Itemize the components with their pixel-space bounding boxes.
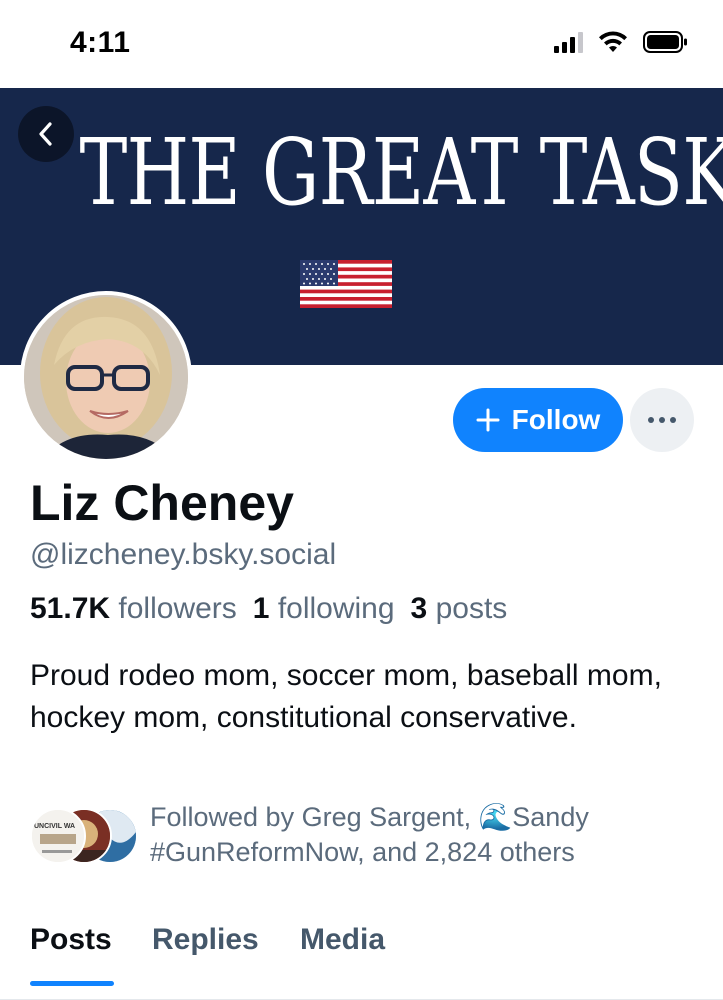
banner-title: THE GREAT TASK xyxy=(79,119,723,226)
status-bar: 4:11 xyxy=(0,0,723,88)
profile-bio: Proud rodeo mom, soccer mom, baseball mo… xyxy=(30,659,662,734)
status-icons xyxy=(554,30,689,54)
wifi-icon xyxy=(599,31,627,52)
back-button[interactable] xyxy=(18,106,74,162)
followers-link[interactable]: 51.7K followers xyxy=(30,592,237,626)
flag-icon xyxy=(300,260,392,308)
signal-icon xyxy=(554,31,583,53)
known-follower-avatar: UNCIVIL WA xyxy=(30,808,86,864)
following-link[interactable]: 1 following xyxy=(253,592,395,626)
known-followers[interactable]: UNCIVIL WA Followed by Greg Sargent, 🌊Sa… xyxy=(30,800,700,870)
known-avatar-text: UNCIVIL WA xyxy=(34,823,75,830)
followers-count: 51.7K xyxy=(30,592,111,625)
known-followers-text: Followed by Greg Sargent, 🌊Sandy #GunRef… xyxy=(150,802,589,867)
status-time: 4:11 xyxy=(70,26,131,59)
posts-stat: 3 posts xyxy=(411,592,508,626)
avatar-photo xyxy=(24,295,188,459)
tab-replies[interactable]: Replies xyxy=(152,923,259,957)
posts-count: 3 xyxy=(410,592,428,625)
follow-button[interactable]: Follow xyxy=(453,388,623,452)
known-follower-avatars: UNCIVIL WA xyxy=(30,808,140,864)
following-count: 1 xyxy=(252,592,270,625)
more-options-button[interactable] xyxy=(630,388,694,452)
followers-label: followers xyxy=(118,592,237,625)
battery-icon xyxy=(643,31,687,53)
ellipsis-icon xyxy=(648,417,676,423)
handle: @lizcheney.bsky.social xyxy=(30,538,337,571)
profile-tabs: Posts Replies Media xyxy=(0,905,723,1000)
profile-stats: 51.7K followers 1 following 3 posts xyxy=(30,592,507,626)
plus-icon xyxy=(476,408,500,432)
posts-label: posts xyxy=(435,592,508,625)
tab-media[interactable]: Media xyxy=(300,923,385,957)
following-label: following xyxy=(277,592,395,625)
avatar[interactable] xyxy=(20,291,192,463)
active-tab-indicator xyxy=(30,981,114,986)
back-chevron-icon xyxy=(39,122,52,146)
tab-posts[interactable]: Posts xyxy=(30,923,112,957)
display-name: Liz Cheney xyxy=(30,475,294,531)
follow-label: Follow xyxy=(511,404,601,435)
